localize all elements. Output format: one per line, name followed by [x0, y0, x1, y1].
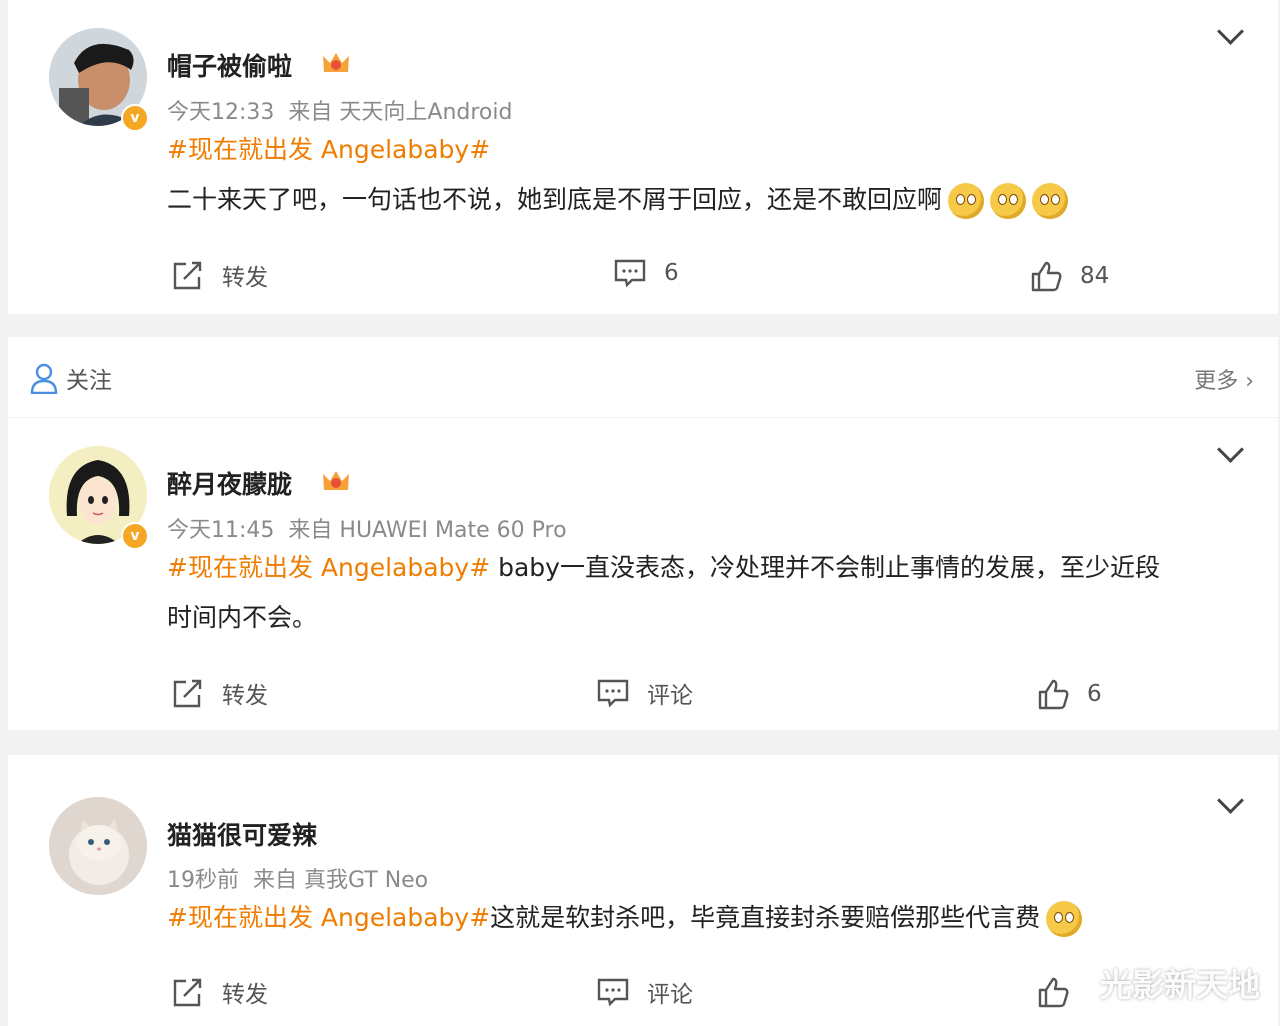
chevron-down-icon[interactable]	[1217, 18, 1244, 45]
thinking-emoji-icon	[990, 183, 1027, 219]
like-button[interactable]: 84	[1030, 260, 1109, 292]
watermark: 光影新天地	[1099, 966, 1260, 1004]
post-text: 二十来天了吧，一句话也不说，她到底是不屑于回应，还是不敢回应啊	[167, 185, 943, 214]
username[interactable]: 猫猫很可爱辣	[167, 816, 317, 852]
comment-button[interactable]: 6	[614, 258, 679, 288]
post-text: baby一直没表态，冷处理并不会制止事情的发展，至少近段	[490, 553, 1160, 582]
repost-icon	[173, 261, 202, 290]
post-card: v 醉月夜朦胧 今天11:45 来自 HUAWEI Mate 60 Pro #现在…	[8, 418, 1278, 730]
post-content: #现在就出发 Angelababy# baby一直没表态，冷处理并不会制止事情的…	[167, 543, 1257, 643]
repost-button[interactable]: 转发	[172, 975, 268, 1009]
post-text-continued: 时间内不会。	[167, 603, 318, 632]
post-source: 来自 天天向上Android	[288, 100, 513, 125]
post-card: 猫猫很可爱辣 19秒前 来自 真我GT Neo #现在就出发 Angelababy…	[8, 755, 1278, 1026]
follow-bar: 关注 更多 ›	[8, 337, 1278, 417]
repost-button[interactable]: 转发	[172, 258, 268, 292]
vip-crown-icon	[323, 53, 349, 72]
username[interactable]: 醉月夜朦胧	[167, 465, 292, 501]
post-source: 来自 真我GT Neo	[253, 868, 429, 893]
post-time: 今天11:45	[167, 518, 275, 543]
laugh-cry-emoji-icon	[1046, 901, 1083, 937]
post-meta: 今天11:45 来自 HUAWEI Mate 60 Pro	[167, 512, 581, 544]
chevron-down-icon[interactable]	[1217, 787, 1244, 814]
like-button[interactable]: 6	[1037, 678, 1102, 710]
person-icon	[30, 363, 58, 394]
comment-button[interactable]: 评论	[597, 975, 693, 1009]
comment-label: 评论	[647, 683, 693, 709]
avatar[interactable]	[49, 797, 147, 895]
post-content: #现在就出发 Angelababy#这就是软封杀吧，毕竟直接封杀要赔偿那些代言费	[167, 893, 1257, 943]
thumbs-up-icon	[1031, 261, 1062, 292]
thinking-emoji-icon	[1032, 183, 1069, 219]
post-content: #现在就出发 Angelababy# 二十来天了吧，一句话也不说，她到底是不屑于…	[167, 125, 1247, 225]
follow-button[interactable]: 关注	[30, 361, 112, 395]
comment-count: 6	[664, 260, 679, 286]
verified-badge-icon: v	[121, 104, 149, 132]
chevron-down-icon[interactable]	[1217, 436, 1244, 463]
more-link[interactable]: 更多 ›	[1194, 363, 1254, 395]
thumbs-up-icon	[1038, 977, 1069, 1008]
post-source: 来自 HUAWEI Mate 60 Pro	[288, 518, 567, 543]
post-time: 今天12:33	[167, 100, 275, 125]
thinking-emoji-icon	[948, 183, 985, 219]
verified-badge-icon: v	[121, 522, 149, 550]
post-time: 19秒前	[167, 868, 239, 893]
username[interactable]: 帽子被偷啦	[167, 47, 292, 83]
like-count: 6	[1087, 681, 1102, 707]
topic-link[interactable]: #现在就出发 Angelababy#	[167, 903, 490, 932]
comment-icon	[597, 978, 629, 1007]
post-meta: 今天12:33 来自 天天向上Android	[167, 94, 526, 126]
comment-icon	[614, 259, 646, 288]
like-button[interactable]	[1037, 976, 1087, 1008]
topic-link[interactable]: #现在就出发 Angelababy#	[167, 135, 490, 164]
repost-label: 转发	[222, 265, 268, 291]
like-count: 84	[1080, 263, 1110, 289]
post-text: 这就是软封杀吧，毕竟直接封杀要赔偿那些代言费	[490, 903, 1041, 932]
repost-label: 转发	[222, 982, 268, 1008]
post-card: v 帽子被偷啦 今天12:33 来自 天天向上Android #现在就出发 Ang…	[8, 0, 1278, 314]
comment-icon	[597, 679, 629, 708]
post-meta: 19秒前 来自 真我GT Neo	[167, 862, 442, 894]
vip-crown-icon	[323, 471, 349, 490]
repost-label: 转发	[222, 683, 268, 709]
topic-link[interactable]: #现在就出发 Angelababy#	[167, 553, 490, 582]
comment-button[interactable]: 评论	[597, 676, 693, 710]
repost-icon	[173, 978, 202, 1007]
comment-label: 评论	[647, 982, 693, 1008]
thumbs-up-icon	[1038, 679, 1069, 710]
follow-label: 关注	[66, 368, 112, 394]
repost-button[interactable]: 转发	[172, 676, 268, 710]
repost-icon	[173, 679, 202, 708]
